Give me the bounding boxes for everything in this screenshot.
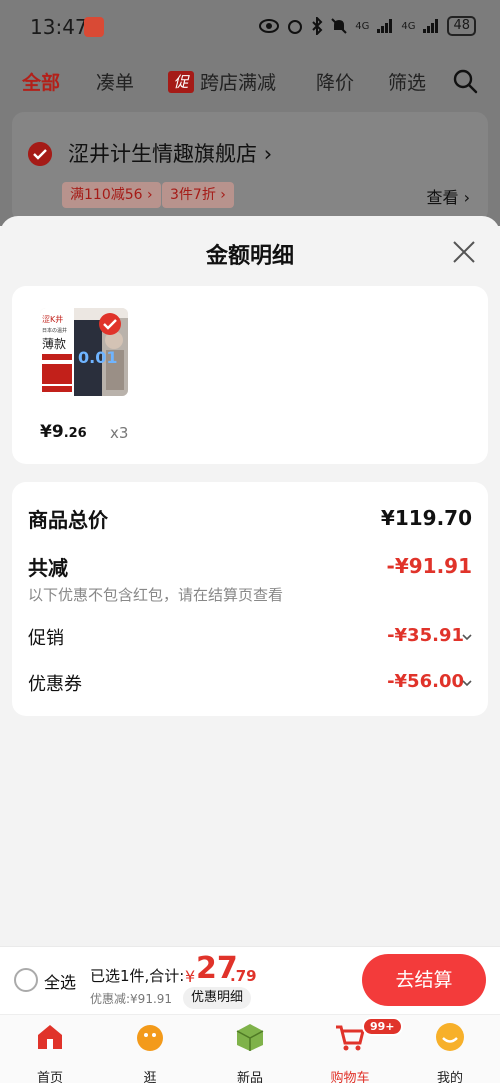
search-icon[interactable]	[452, 68, 478, 94]
close-icon[interactable]	[452, 240, 476, 264]
alarm-icon	[288, 20, 303, 34]
product-price: ¥9.26	[40, 422, 87, 442]
signal-4g-label-2: 4G	[401, 20, 416, 32]
total-price-value: ¥119.70	[380, 506, 472, 530]
discount-detail-button[interactable]: 优惠明细	[183, 987, 252, 1009]
tab-bundle[interactable]: 凑单	[96, 68, 134, 95]
promotion-value[interactable]: -¥35.91	[387, 625, 464, 646]
tabbar-item-me[interactable]: 我的	[410, 1021, 490, 1083]
coupon-label[interactable]: 优惠券	[28, 670, 82, 696]
coupon-tag[interactable]: 满110减56 ›	[62, 182, 161, 208]
amount-detail-sheet: 金额明细 涩K井 日本の温井 薄款 0.01 ¥9.26 x3 商品总价 ¥11…	[0, 216, 500, 946]
price-summary-card: 商品总价 ¥119.70 共减 -¥91.91 以下优惠不包含红包，请在结算页查…	[12, 482, 488, 716]
selected-count-text: 已选1件,合计:	[90, 967, 185, 985]
tabbar-label: 我的	[436, 1071, 463, 1083]
signal-4g-label: 4G	[355, 20, 370, 32]
promo-badge: 促	[168, 71, 194, 93]
status-icons: 4G 4G 48	[259, 16, 476, 36]
chevron-down-icon[interactable]	[462, 678, 472, 688]
discount-summary: 优惠减:¥91.91	[90, 992, 173, 1006]
package-subtitle: 日本の温井	[42, 327, 67, 334]
package-brand: 涩K井	[42, 314, 63, 324]
promotion-label[interactable]: 促销	[28, 624, 64, 650]
cart-count-badge: 99+	[362, 1017, 403, 1036]
package-number: 0.01	[78, 348, 117, 367]
price-symbol: ¥	[40, 422, 52, 442]
tab-filter[interactable]: 筛选	[388, 68, 426, 95]
package-thin-label: 薄款	[42, 336, 66, 351]
tabbar-item-cart[interactable]: 99+ 购物车	[310, 1017, 403, 1083]
tabbar-item-home[interactable]: 首页	[10, 1021, 90, 1083]
browse-icon	[137, 1025, 163, 1051]
store-card: 涩井计生情趣旗舰店 › 满110减56 › 3件7折 › 查看 ›	[12, 112, 488, 222]
tabbar-label: 购物车	[330, 1071, 370, 1083]
store-name-text: 涩井计生情趣旗舰店	[68, 142, 257, 166]
app-notification-icon	[84, 17, 104, 37]
chevron-down-icon[interactable]	[462, 632, 472, 642]
bluetooth-icon	[312, 17, 323, 35]
view-link[interactable]: 查看 ›	[427, 184, 471, 208]
tabbar-item-browse[interactable]: 逛	[110, 1021, 190, 1083]
eye-icon	[259, 19, 280, 33]
coupon-value[interactable]: -¥56.00	[387, 671, 464, 692]
product-thumbnail[interactable]: 涩K井 日本の温井 薄款 0.01	[40, 308, 128, 396]
tab-all[interactable]: 全部	[22, 68, 60, 95]
discount-note: 以下优惠不包含红包，请在结算页查看	[28, 586, 284, 604]
filter-tabs: 全部 凑单 促跨店满减 降价 筛选	[0, 56, 500, 106]
tabbar-label: 新品	[236, 1071, 263, 1083]
product-card: 涩K井 日本の温井 薄款 0.01 ¥9.26 x3	[12, 286, 488, 464]
price-integer: 9	[51, 422, 64, 442]
home-icon	[38, 1025, 62, 1049]
signal-icon-2	[423, 19, 439, 33]
cart-background: 涩井计生情趣旗舰店 › 满110减56 › 3件7折 › 查看 ›	[0, 106, 500, 226]
tabbar-label: 逛	[143, 1071, 157, 1083]
profile-icon	[436, 1023, 464, 1051]
checkout-button[interactable]: 去结算	[362, 954, 486, 1006]
tab-cross-store-label: 跨店满减	[200, 72, 277, 94]
status-time: 13:47	[30, 15, 88, 39]
total-price-label: 商品总价	[28, 508, 108, 532]
select-all-label[interactable]: 全选	[44, 969, 76, 993]
tabbar-label: 首页	[36, 1071, 63, 1083]
tabbar-item-new[interactable]: 新品	[210, 1021, 290, 1083]
new-products-icon	[236, 1024, 264, 1051]
select-all-checkbox[interactable]	[14, 968, 38, 992]
store-chevron-icon: ›	[263, 142, 273, 166]
mute-icon	[331, 18, 347, 34]
store-name[interactable]: 涩井计生情趣旗舰店 ›	[68, 138, 272, 168]
total-decimal: .79	[230, 967, 257, 985]
store-check-icon[interactable]	[28, 142, 52, 166]
tab-price-drop[interactable]: 降价	[316, 68, 354, 95]
coupon-tag[interactable]: 3件7折 ›	[162, 182, 234, 208]
bottom-tabbar: 首页 逛 新品 99+ 购物车 我的	[0, 1014, 500, 1083]
tab-cross-store[interactable]: 促跨店满减	[168, 68, 276, 95]
price-decimal: .26	[63, 426, 87, 441]
reduce-value: -¥91.91	[386, 554, 472, 578]
reduce-label: 共减	[28, 556, 68, 580]
product-image: 涩K井 日本の温井 薄款 0.01	[40, 308, 128, 396]
status-bar: 13:47 4G 4G 48	[0, 0, 500, 56]
signal-icon	[377, 19, 393, 33]
battery-indicator: 48	[447, 16, 476, 36]
sheet-title: 金额明细	[205, 244, 294, 269]
checkout-bar: 全选 已选1件,合计: ¥ 27 .79 优惠减:¥91.91 优惠明细 去结算	[0, 946, 500, 1014]
product-quantity: x3	[110, 424, 129, 442]
total-yen: ¥	[185, 967, 196, 986]
